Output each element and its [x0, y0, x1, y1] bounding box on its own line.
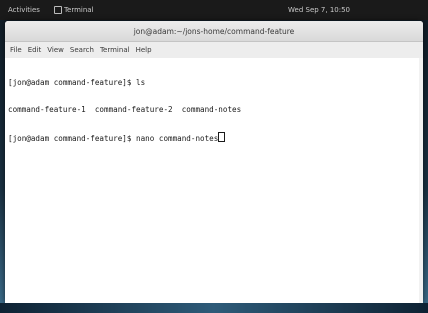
desktop-background-strip — [0, 303, 428, 313]
terminal-output[interactable]: [jon@adam command-feature]$ ls command-f… — [5, 58, 423, 303]
text-cursor — [218, 132, 226, 142]
app-menu[interactable]: Terminal — [53, 0, 94, 20]
terminal-line-current: [jon@adam command-feature]$ nano command… — [8, 132, 420, 143]
menu-search[interactable]: Search — [70, 46, 94, 54]
terminal-scrollbar[interactable] — [419, 58, 423, 303]
menu-file[interactable]: File — [10, 46, 22, 54]
top-bar: Activities Terminal Wed Sep 7, 10:50 — [0, 0, 428, 20]
activities-button[interactable]: Activities — [0, 0, 48, 20]
terminal-line: [jon@adam command-feature]$ ls — [8, 78, 146, 87]
window-title: jon@adam:~/jons-home/command-feature — [133, 26, 295, 36]
app-menu-label: Terminal — [63, 6, 94, 14]
terminal-line-text: [jon@adam command-feature]$ nano command… — [8, 134, 219, 143]
window-titlebar[interactable]: jon@adam:~/jons-home/command-feature — [5, 21, 423, 42]
clock-label: Wed Sep 7, 10:50 — [288, 6, 350, 14]
menu-terminal[interactable]: Terminal — [100, 46, 130, 54]
menu-help[interactable]: Help — [136, 46, 152, 54]
activities-label: Activities — [8, 6, 40, 14]
terminal-window: jon@adam:~/jons-home/command-feature Fil… — [5, 21, 423, 303]
menu-view[interactable]: View — [47, 46, 64, 54]
menu-edit[interactable]: Edit — [28, 46, 42, 54]
terminal-app-icon — [53, 6, 62, 14]
terminal-line: command-feature-1 command-feature-2 comm… — [8, 105, 242, 114]
menu-bar: File Edit View Search Terminal Help — [5, 42, 423, 58]
desktop-screen: Activities Terminal Wed Sep 7, 10:50 jon… — [0, 0, 428, 313]
